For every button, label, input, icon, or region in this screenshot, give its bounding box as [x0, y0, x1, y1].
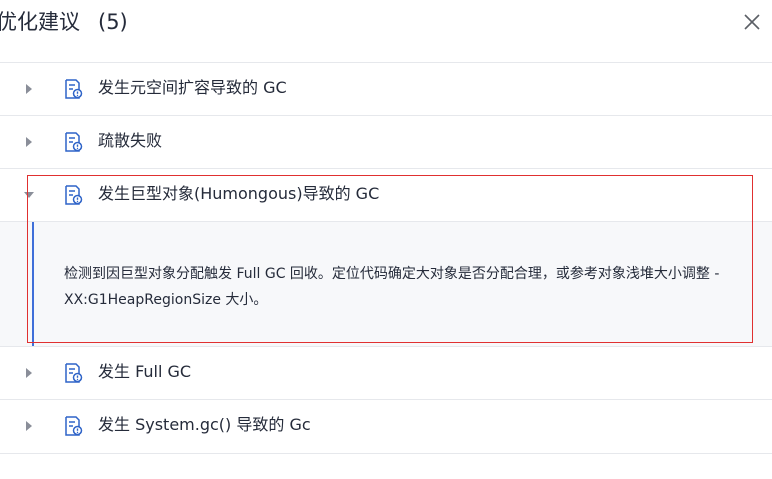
- suggestion-description: 检测到因巨型对象分配触发 Full GC 回收。定位代码确定大对象是否分配合理，…: [64, 266, 720, 308]
- panel-title: 优化建议 (5): [0, 7, 128, 37]
- title-text: 优化建议: [0, 10, 80, 34]
- suggestion-item-humongous-gc[interactable]: 发生巨型对象(Humongous)导致的 GC: [0, 168, 772, 221]
- document-alert-icon: [65, 416, 83, 436]
- suggestion-count: (5): [98, 10, 128, 34]
- caret-right-icon: [26, 84, 32, 94]
- suggestion-item-metaspace-gc[interactable]: 发生元空间扩容导致的 GC: [0, 62, 772, 115]
- document-alert-icon: [65, 185, 83, 205]
- close-icon: [744, 14, 760, 30]
- suggestion-item-system-gc[interactable]: 发生 System.gc() 导致的 Gc: [0, 399, 772, 452]
- suggestion-item-label: 发生巨型对象(Humongous)导致的 GC: [98, 184, 380, 203]
- caret-down-icon: [24, 192, 34, 198]
- suggestion-item-label: 发生 System.gc() 导致的 Gc: [98, 415, 311, 434]
- list-bottom-divider: [0, 453, 772, 454]
- suggestion-item-label: 发生 Full GC: [98, 362, 192, 381]
- suggestion-item-evacuation-failure[interactable]: 疏散失败: [0, 115, 772, 168]
- document-alert-icon: [65, 79, 83, 99]
- caret-right-icon: [26, 368, 32, 378]
- optimization-suggestions-panel: 优化建议 (5) 发生元空间扩容导致的 GC 疏散失败 发生巨型对象(Humon…: [0, 0, 772, 479]
- detail-accent-bar: [32, 222, 34, 347]
- suggestion-item-label: 发生元空间扩容导致的 GC: [98, 78, 287, 97]
- suggestion-item-full-gc[interactable]: 发生 Full GC: [0, 346, 772, 399]
- caret-right-icon: [26, 421, 32, 431]
- suggestion-detail-panel: 检测到因巨型对象分配触发 Full GC 回收。定位代码确定大对象是否分配合理，…: [0, 221, 772, 347]
- document-alert-icon: [65, 363, 83, 383]
- caret-right-icon: [26, 137, 32, 147]
- document-alert-icon: [65, 132, 83, 152]
- suggestion-item-label: 疏散失败: [98, 131, 163, 150]
- panel-header: 优化建议 (5): [0, 0, 772, 58]
- close-button[interactable]: [741, 11, 763, 33]
